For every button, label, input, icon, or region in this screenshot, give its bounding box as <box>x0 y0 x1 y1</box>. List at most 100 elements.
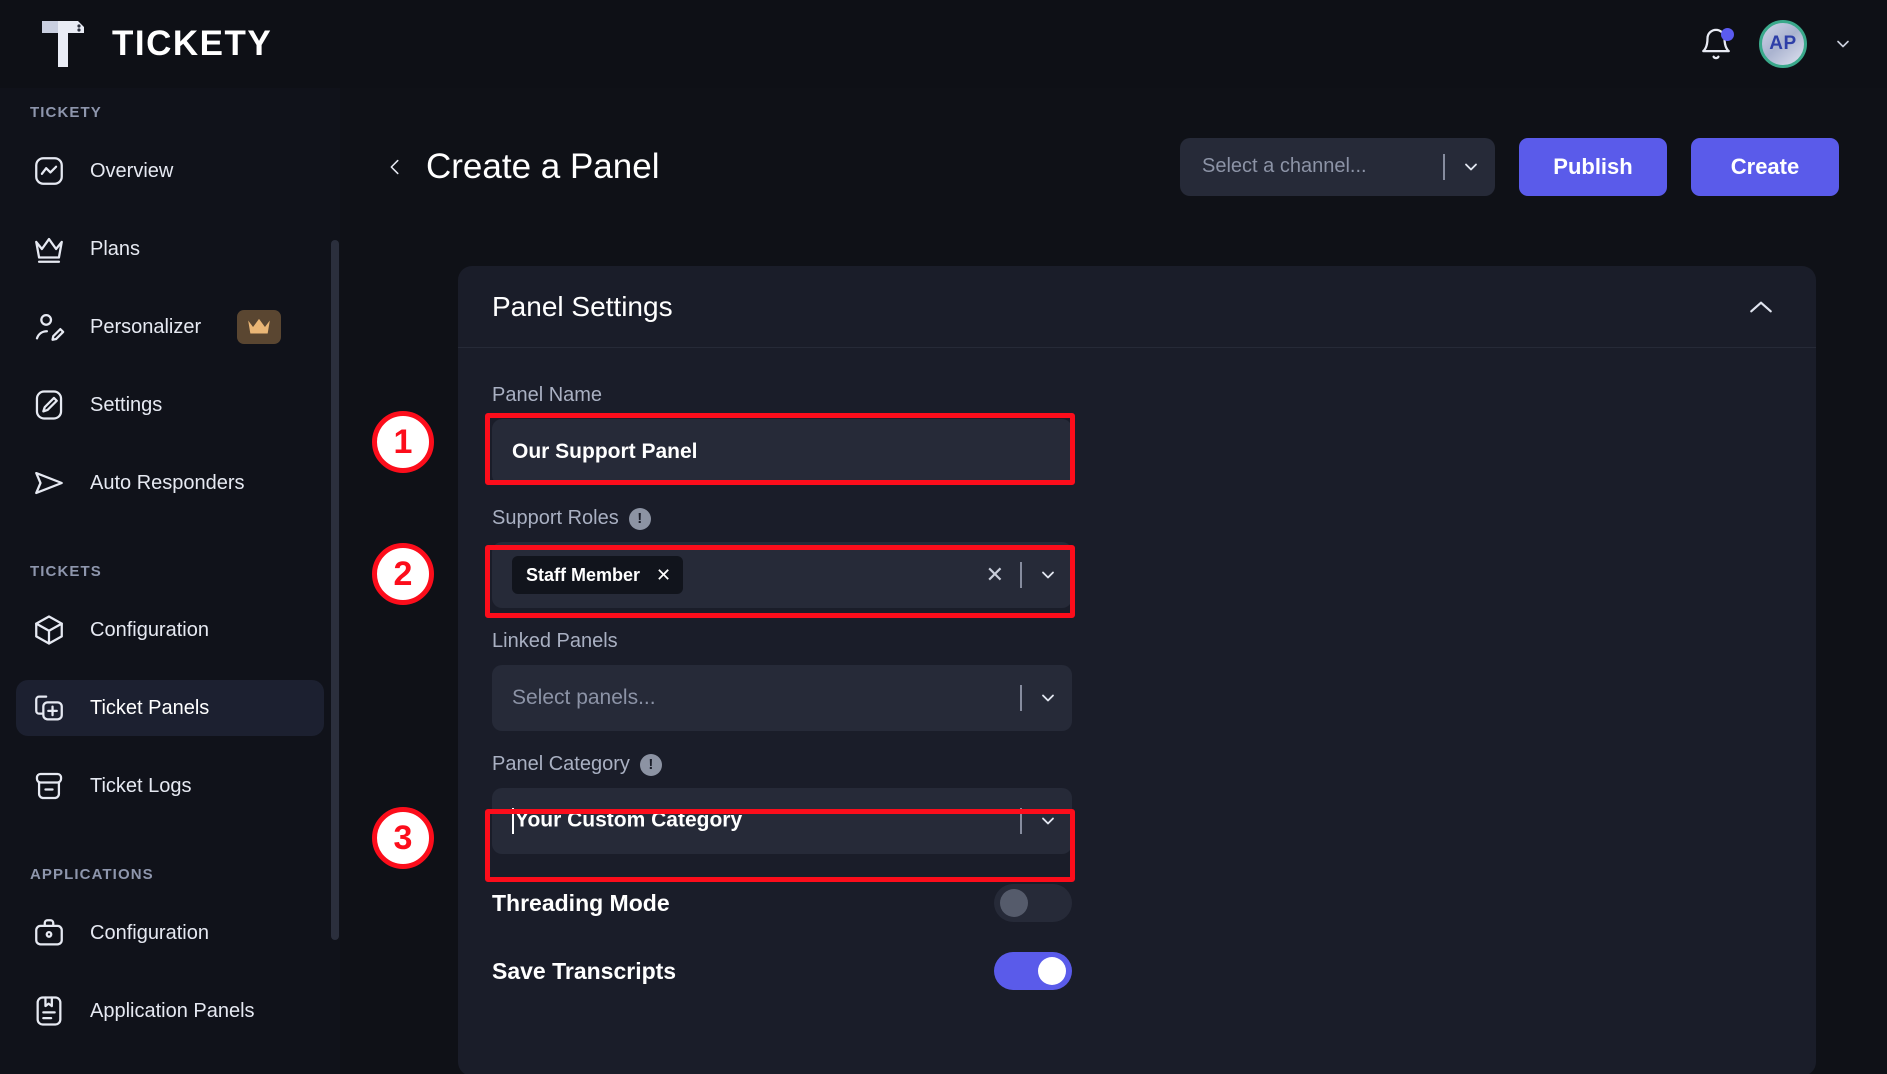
sidebar-item-auto-responders[interactable]: Auto Responders <box>16 455 324 511</box>
text-cursor <box>512 808 514 834</box>
sidebar-item-tickets-configuration[interactable]: Configuration <box>16 602 324 658</box>
page-title: Create a Panel <box>426 146 660 186</box>
save-transcripts-toggle[interactable] <box>994 952 1072 990</box>
linked-panels-placeholder: Select panels... <box>512 686 656 709</box>
sidebar-item-personalizer[interactable]: Personalizer <box>16 299 324 355</box>
sidebar-item-label: Auto Responders <box>90 471 245 494</box>
top-bar-actions: AP <box>1699 20 1887 68</box>
divider <box>1020 562 1022 588</box>
panel-settings-card: Panel Settings Panel Name Our Support Pa… <box>458 266 1816 1074</box>
sidebar-item-applications-configuration[interactable]: Configuration <box>16 905 324 961</box>
brand-name: TICKETY <box>112 24 273 63</box>
linked-panels-input[interactable]: Select panels... <box>492 665 1072 731</box>
sidebar-item-overview[interactable]: Overview <box>16 143 324 199</box>
document-form-icon <box>36 996 62 1026</box>
panel-settings-body: Panel Name Our Support Panel Support Rol… <box>458 348 1816 1020</box>
sidebar-section-tickets: TICKETS <box>30 563 102 580</box>
threading-mode-label: Threading Mode <box>492 889 670 916</box>
sidebar-item-label: Ticket Logs <box>90 774 192 797</box>
sidebar-item-label: Configuration <box>90 618 209 641</box>
role-chip-remove-close-icon[interactable]: ✕ <box>656 565 671 586</box>
sidebar-item-label: Plans <box>90 237 141 260</box>
main-content: Create a Panel Select a channel... Publi… <box>340 88 1887 1074</box>
crown-icon <box>248 318 271 334</box>
sidebar-item-label: Ticket Panels <box>90 696 210 719</box>
create-button[interactable]: Create <box>1691 137 1839 196</box>
chevron-down-icon[interactable] <box>1038 565 1058 585</box>
linked-panels-field: Linked Panels Select panels... <box>492 630 1774 731</box>
save-transcripts-label: Save Transcripts <box>492 957 677 984</box>
crown-icon <box>35 237 63 263</box>
chevron-up-icon[interactable] <box>1748 299 1774 315</box>
chevron-down-icon[interactable] <box>1038 688 1058 708</box>
threading-mode-row: Threading Mode <box>492 884 1072 922</box>
notification-bell-button[interactable] <box>1699 27 1734 61</box>
sidebar-item-ticket-panels[interactable]: Ticket Panels <box>16 680 324 736</box>
notification-dot <box>1721 28 1734 41</box>
sidebar-scrollbar-thumb[interactable] <box>331 240 339 940</box>
app-root: TICKETY AP TICKETY Overview Plans Person… <box>0 0 1887 1074</box>
chevron-down-icon[interactable] <box>1461 157 1481 177</box>
support-roles-field: Support Roles ! Staff Member ✕ ✕ <box>492 507 1774 608</box>
pencil-square-icon <box>35 390 63 420</box>
send-icon <box>35 471 63 495</box>
sidebar-item-label: Settings <box>90 393 163 416</box>
page-header-actions: Select a channel... Publish Create <box>1180 137 1839 196</box>
brand[interactable]: TICKETY <box>0 17 272 71</box>
sidebar-item-plans[interactable]: Plans <box>16 221 324 277</box>
channel-select-placeholder: Select a channel... <box>1202 155 1367 177</box>
panel-category-value-wrap: Your Custom Category <box>512 808 1020 834</box>
exclamation-circle-icon: ! <box>628 507 651 530</box>
divider <box>1020 685 1022 711</box>
cube-icon <box>35 615 63 645</box>
annotation-marker-3: 3 <box>372 807 434 869</box>
panel-name-input[interactable]: Our Support Panel <box>492 419 1072 485</box>
divider <box>1020 808 1022 834</box>
panel-category-field: Panel Category ! Your Custom Category <box>492 753 1774 854</box>
role-chip-label: Staff Member <box>526 564 641 585</box>
panel-settings-header[interactable]: Panel Settings <box>458 266 1816 348</box>
toggle-knob <box>1000 889 1028 917</box>
linked-panels-label: Linked Panels <box>492 630 618 652</box>
premium-crown-badge <box>237 310 282 344</box>
threading-mode-toggle[interactable] <box>994 884 1072 922</box>
activity-square-icon <box>35 157 63 185</box>
sidebar-item-label: Configuration <box>90 921 209 944</box>
panel-plus-icon <box>35 695 63 721</box>
annotation-marker-1: 1 <box>372 411 434 473</box>
briefcase-icon <box>35 919 63 946</box>
chevron-left-icon[interactable] <box>384 150 406 184</box>
avatar[interactable]: AP <box>1759 20 1807 68</box>
divider <box>1443 153 1445 180</box>
sidebar-item-label: Overview <box>90 159 174 182</box>
sidebar-item-label: Personalizer <box>90 315 202 338</box>
panel-category-label: Panel Category ! <box>492 753 1774 776</box>
role-chip-staff-member[interactable]: Staff Member ✕ <box>512 556 684 594</box>
account-chevron-down-icon[interactable] <box>1833 34 1853 54</box>
panel-name-value: Our Support Panel <box>512 440 698 463</box>
sidebar-item-label: Application Panels <box>90 999 255 1022</box>
toggle-knob <box>1038 957 1066 985</box>
exclamation-circle-icon: ! <box>639 753 662 776</box>
sidebar-section-applications: APPLICATIONS <box>30 866 154 883</box>
annotation-marker-2: 2 <box>372 543 434 605</box>
panel-category-input[interactable]: Your Custom Category <box>492 788 1072 854</box>
sidebar-item-application-panels[interactable]: Application Panels <box>16 983 324 1039</box>
sidebar-section-tickety: TICKETY <box>30 104 102 121</box>
support-roles-label: Support Roles ! <box>492 507 1774 530</box>
panel-category-value: Your Custom Category <box>515 808 743 832</box>
chevron-down-icon[interactable] <box>1038 811 1058 831</box>
support-roles-input[interactable]: Staff Member ✕ ✕ <box>492 542 1072 608</box>
page-header: Create a Panel Select a channel... Publi… <box>340 88 1887 208</box>
hammer-ticket-logo-icon <box>42 21 84 67</box>
sidebar-item-ticket-logs[interactable]: Ticket Logs <box>16 758 324 814</box>
publish-button[interactable]: Publish <box>1519 137 1667 196</box>
sidebar: TICKETY Overview Plans Personalizer Sett… <box>0 88 340 1074</box>
avatar-initials: AP <box>1769 33 1797 54</box>
channel-select[interactable]: Select a channel... <box>1180 137 1495 196</box>
panel-name-field: Panel Name Our Support Panel <box>492 384 1774 485</box>
panel-settings-title: Panel Settings <box>492 290 673 322</box>
save-transcripts-row: Save Transcripts <box>492 952 1072 990</box>
clear-selection-close-icon[interactable]: ✕ <box>986 562 1004 588</box>
sidebar-item-settings[interactable]: Settings <box>16 377 324 433</box>
